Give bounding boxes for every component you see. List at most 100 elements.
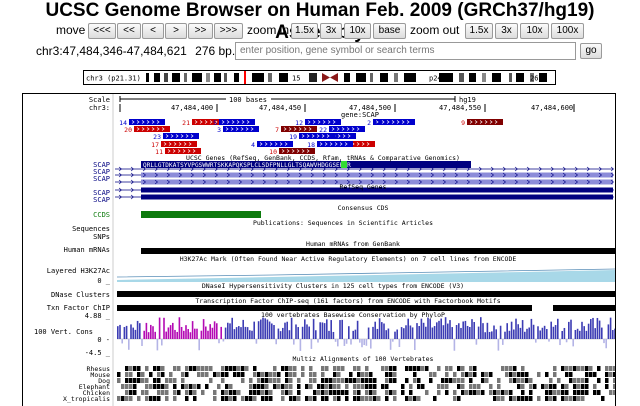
multiz-cell [225, 384, 229, 389]
move-left-far-button[interactable]: <<< [88, 23, 116, 39]
multiz-cell [605, 378, 609, 383]
cons-bar [587, 323, 590, 339]
exon-number: 22 [319, 126, 327, 134]
multiz-cell [597, 378, 601, 383]
label-scap-5[interactable]: SCAP [93, 196, 110, 204]
multiz-cell [281, 390, 285, 395]
multiz-cell [149, 372, 153, 377]
search-input[interactable]: enter position, gene symbol or search te… [235, 42, 576, 60]
cons-bar [460, 327, 462, 339]
move-right-far-button[interactable]: >>> [214, 23, 243, 39]
exon-18[interactable]: 6 [373, 119, 415, 127]
multiz-cell [245, 366, 249, 371]
cons-bar [513, 329, 515, 339]
multiz-cell [337, 372, 341, 377]
multiz-cell [149, 396, 153, 401]
multiz-cell [241, 366, 245, 371]
multiz-cell [261, 384, 265, 389]
move-right-button[interactable]: > [165, 23, 187, 39]
exon-5[interactable]: 3 [217, 126, 259, 134]
multiz-cell [237, 390, 241, 395]
multiz-cell [613, 384, 615, 389]
label-ccds[interactable]: CCDS [93, 211, 110, 219]
multiz-cell [261, 396, 265, 401]
multiz-cell [265, 384, 269, 389]
zoom-out-3x-button[interactable]: 3x [495, 23, 518, 39]
tfbs-title: Transcription Factor ChIP-seq (161 facto… [195, 297, 500, 305]
zoom-in-base-button[interactable]: base [373, 23, 406, 39]
zoom-out-100x-button[interactable]: 100x [551, 23, 584, 39]
multiz-cell [329, 378, 333, 383]
multiz-cell [477, 390, 481, 395]
tracks-image[interactable]: Scale chr3: 100 bases hg19 47,484,400 47… [22, 93, 616, 406]
zoom-in-1.5x-button[interactable]: 1.5x [291, 23, 318, 39]
multiz-cell [345, 378, 349, 383]
exon-12[interactable]: 19 [289, 133, 335, 141]
cons-bar [255, 339, 258, 344]
exon-number: 9 [461, 119, 465, 127]
exon-15[interactable]: 22 [319, 126, 365, 134]
species-label[interactable]: X_tropicalis [63, 395, 110, 403]
multiz-cell [185, 372, 189, 377]
multiz-cell [333, 372, 337, 377]
multiz-cell [457, 378, 461, 383]
cons-bar [592, 317, 594, 339]
multiz-cell [429, 372, 433, 377]
zoom-out-10x-button[interactable]: 10x [520, 23, 549, 39]
multiz-cell [253, 384, 257, 389]
cons-bar [477, 326, 480, 339]
exon-6[interactable]: 23 [153, 133, 199, 141]
cons-bar [264, 318, 266, 339]
multiz-cell [405, 396, 409, 401]
move-left-button[interactable]: < [142, 23, 164, 39]
label-100-vert-cons[interactable]: 100 Vert. Cons [34, 328, 93, 336]
label-txn-factor[interactable]: Txn Factor ChIP [47, 304, 110, 312]
cons-bar [341, 319, 343, 339]
label-human-mrnas[interactable]: Human mRNAs [64, 246, 110, 254]
chromosome-ideogram[interactable]: chr3 (p21.31) 15 p24 26 [83, 70, 556, 85]
multiz-cell [137, 366, 141, 371]
multiz-cell [257, 390, 261, 395]
exon-19[interactable]: 9 [461, 119, 503, 127]
cons-bar [548, 339, 550, 342]
cons-bar [394, 331, 396, 339]
exon-14[interactable]: 12 [295, 119, 341, 127]
exon-2[interactable]: 20 [124, 126, 170, 134]
move-right-medium-button[interactable]: >> [188, 23, 213, 39]
label-sequences[interactable]: Sequences [72, 225, 110, 233]
label-layered-h3k27ac[interactable]: Layered H3K27Ac [47, 267, 110, 275]
zoom-in-10x-button[interactable]: 10x [344, 23, 371, 39]
multiz-cell [357, 378, 361, 383]
cons-bar [502, 339, 504, 345]
cons-bar [510, 321, 513, 339]
label-snps[interactable]: SNPs [93, 233, 110, 241]
label-scap-3[interactable]: SCAP [93, 175, 110, 183]
multiz-cell [433, 396, 437, 401]
cons-bar [530, 318, 533, 339]
multiz-cell [521, 372, 525, 377]
multiz-cell [537, 372, 541, 377]
zoom-in-3x-button[interactable]: 3x [320, 23, 342, 39]
multiz-cell [413, 378, 417, 383]
multiz-cell [185, 366, 189, 371]
label-dnase-clusters[interactable]: DNase Clusters [51, 291, 110, 299]
cons-bar [251, 330, 253, 339]
multiz-cell [521, 396, 525, 401]
multiz-cell [329, 384, 333, 389]
multiz-cell [157, 396, 161, 401]
multiz-cell [461, 378, 465, 383]
cons-bar [517, 324, 519, 339]
multiz-cell [513, 366, 517, 371]
multiz-cell [461, 372, 465, 377]
cons-bar [330, 320, 332, 339]
cons-bar [594, 328, 596, 339]
zoom-out-1.5x-button[interactable]: 1.5x [465, 23, 493, 39]
go-button[interactable]: go [580, 43, 602, 59]
multiz-cell [129, 384, 133, 389]
move-left-medium-button[interactable]: << [117, 23, 141, 39]
multiz-cell [241, 372, 245, 377]
multiz-cell [297, 396, 301, 401]
multiz-cell [505, 366, 509, 371]
cons-bar [398, 339, 401, 348]
multiz-cell [585, 378, 589, 383]
